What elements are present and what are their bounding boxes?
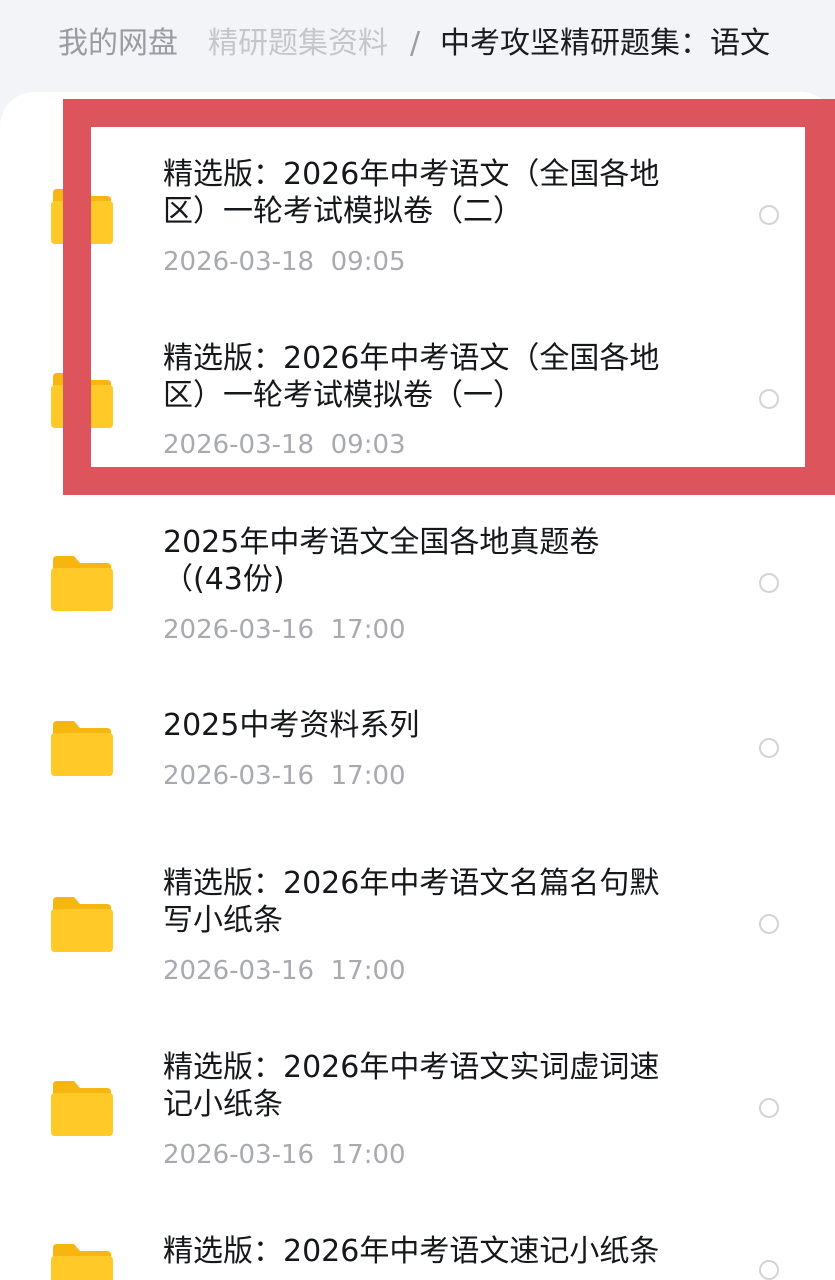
select-radio[interactable]: [759, 914, 779, 934]
select-radio[interactable]: [759, 1260, 779, 1280]
folder-icon: [49, 554, 115, 612]
file-date: 2026-03-16 17:00: [163, 956, 406, 986]
breadcrumb-parent-link[interactable]: 精研题集资料: [208, 22, 388, 66]
folder-icon: [49, 187, 115, 245]
breadcrumb-current-folder: 中考攻坚精研题集：语文: [440, 26, 770, 61]
select-radio[interactable]: [759, 205, 779, 225]
file-date: 2026-03-16 17:00: [163, 1140, 406, 1170]
folder-icon: [49, 371, 115, 429]
file-date: 2026-03-16 17:00: [163, 761, 406, 791]
breadcrumb-home-link[interactable]: 我的网盘: [58, 22, 178, 66]
file-name: 精选版：2026年中考语文实词虚词速 记小纸条: [163, 1050, 660, 1122]
file-name: 2025中考资料系列: [163, 708, 420, 743]
folder-icon: [49, 895, 115, 953]
select-radio[interactable]: [759, 1098, 779, 1118]
folder-icon: [49, 1242, 115, 1280]
breadcrumb-separator: /: [410, 26, 421, 61]
file-date: 2026-03-16 17:00: [163, 615, 406, 645]
file-date: 2026-03-18 09:03: [163, 430, 406, 460]
file-name: 精选版：2026年中考语文名篇名句默 写小纸条: [163, 866, 660, 938]
file-name: 精选版：2026年中考语文（全国各地 区）一轮考试模拟卷（二）: [163, 157, 660, 229]
select-radio[interactable]: [759, 573, 779, 593]
folder-icon: [49, 719, 115, 777]
file-name: 精选版：2026年中考语文速记小纸条: [163, 1234, 660, 1269]
file-name: 2025年中考语文全国各地真题卷 （(43份): [163, 525, 600, 597]
file-name: 精选版：2026年中考语文（全国各地 区）一轮考试模拟卷（一）: [163, 341, 660, 413]
folder-icon: [49, 1079, 115, 1137]
file-date: 2026-03-18 09:05: [163, 247, 406, 277]
select-radio[interactable]: [759, 389, 779, 409]
select-radio[interactable]: [759, 738, 779, 758]
breadcrumb: 我的网盘 精研题集资料 / 中考攻坚精研题集：语文: [0, 0, 835, 92]
